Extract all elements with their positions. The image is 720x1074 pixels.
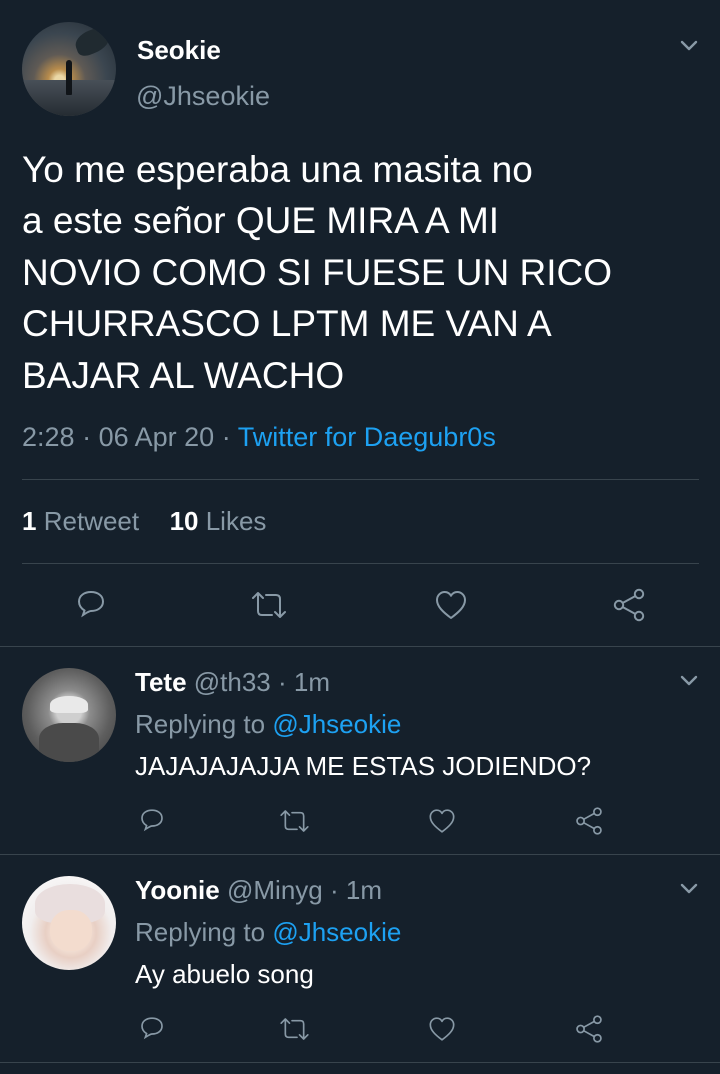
heart-icon[interactable]	[427, 806, 457, 836]
avatar[interactable]	[22, 22, 116, 116]
divider	[0, 854, 720, 855]
replying-to-link[interactable]: @Jhseokie	[272, 709, 401, 739]
author-handle[interactable]: @Jhseokie	[136, 80, 270, 112]
tweet-time: 2:28	[22, 422, 75, 452]
likes-stat[interactable]: 10 Likes	[170, 506, 267, 536]
reply-header: Tete @th33 · 1m	[135, 667, 330, 697]
share-icon[interactable]	[573, 805, 605, 837]
tweet-stats: 1 Retweet 10 Likes	[22, 505, 266, 537]
divider	[22, 479, 699, 480]
reply-display-name[interactable]: Yoonie	[135, 875, 220, 905]
divider	[0, 646, 720, 647]
replying-to-link[interactable]: @Jhseokie	[272, 917, 401, 947]
chevron-down-icon[interactable]	[680, 675, 698, 687]
reply-icon[interactable]	[137, 806, 167, 836]
likes-label: Likes	[205, 506, 267, 536]
reply-time: 1m	[293, 667, 331, 697]
reply-display-name[interactable]: Tete	[135, 667, 187, 697]
reply-icon[interactable]	[73, 587, 109, 623]
retweet-icon[interactable]	[277, 806, 312, 836]
tweet-meta: 2:28 · 06 Apr 20 · Twitter for Daegubr0s	[22, 420, 496, 454]
retweet-icon[interactable]	[277, 1014, 312, 1044]
reply-icon[interactable]	[137, 1014, 167, 1044]
replying-label: Replying to	[135, 917, 266, 947]
meta-separator: ·	[221, 422, 231, 452]
retweets-stat[interactable]: 1 Retweet	[22, 506, 139, 536]
replying-label: Replying to	[135, 709, 266, 739]
replying-to: Replying to @Jhseokie	[135, 917, 401, 947]
heart-icon[interactable]	[427, 1014, 457, 1044]
heart-icon[interactable]	[433, 587, 469, 623]
avatar[interactable]	[22, 668, 116, 762]
author-display-name[interactable]: Seokie	[137, 35, 221, 65]
meta-separator: ·	[329, 875, 339, 905]
reply-handle[interactable]: @Minyg	[227, 875, 323, 905]
tweet-date: 06 Apr 20	[98, 422, 215, 452]
share-icon[interactable]	[610, 586, 648, 624]
replying-to: Replying to @Jhseokie	[135, 709, 401, 739]
divider	[0, 1062, 720, 1063]
meta-separator: ·	[82, 422, 92, 452]
chevron-down-icon[interactable]	[680, 40, 698, 52]
avatar[interactable]	[22, 876, 116, 970]
divider	[22, 563, 699, 564]
reply-header: Yoonie @Minyg · 1m	[135, 875, 382, 905]
meta-separator: ·	[278, 667, 287, 697]
chevron-down-icon[interactable]	[680, 883, 698, 895]
tweet-text: Yo me esperaba una masita no a este seño…	[22, 149, 612, 396]
reply-text: JAJAJAJAJJA ME ESTAS JODIENDO?	[135, 751, 592, 781]
retweet-icon[interactable]	[248, 587, 290, 623]
retweets-label: Retweet	[43, 506, 140, 536]
reply-text: Ay abuelo song	[135, 959, 314, 989]
share-icon[interactable]	[573, 1013, 605, 1045]
reply-time: 1m	[345, 875, 382, 905]
reply-handle[interactable]: @th33	[194, 667, 271, 697]
retweets-count: 1	[22, 506, 37, 536]
tweet-source-link[interactable]: Twitter for Daegubr0s	[238, 422, 496, 452]
likes-count: 10	[169, 506, 199, 536]
